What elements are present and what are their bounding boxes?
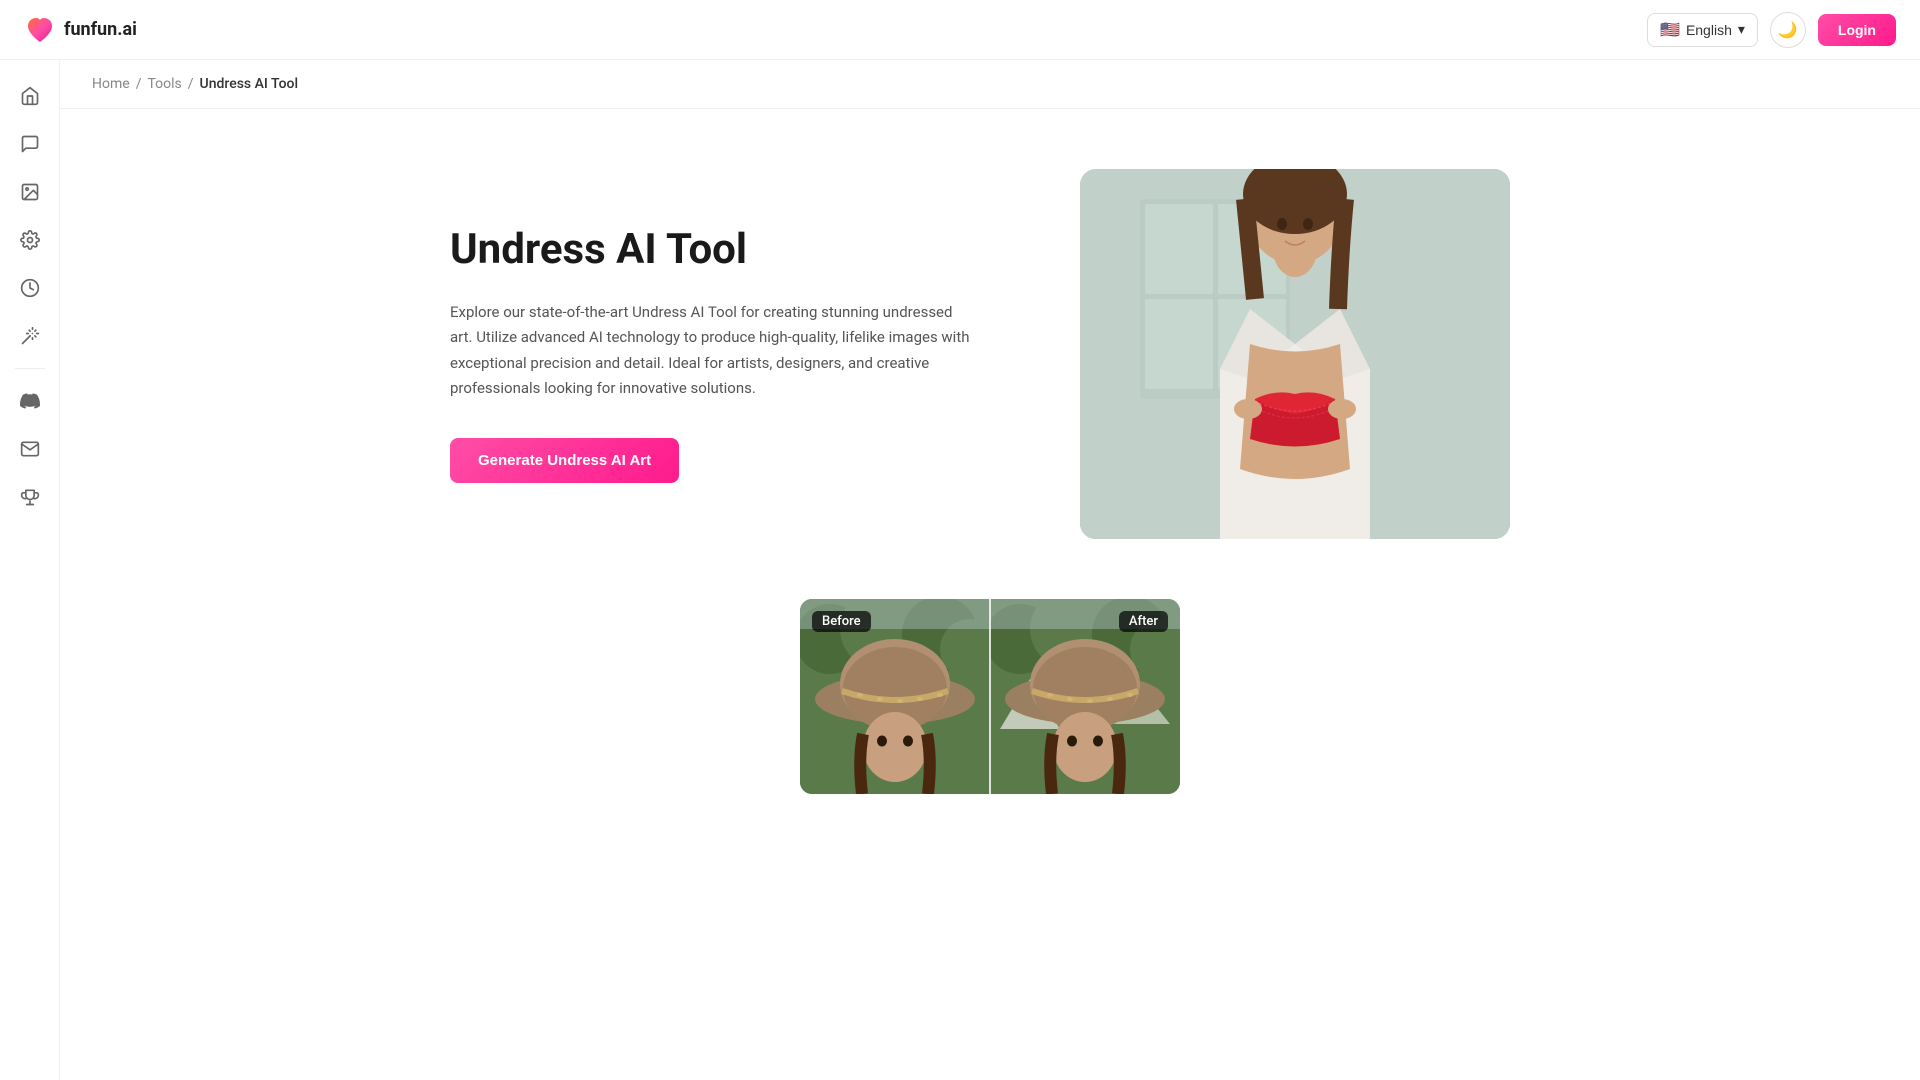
sidebar-divider: [15, 368, 45, 369]
sidebar-item-activity[interactable]: [10, 268, 50, 308]
hero-image-svg: [1080, 169, 1510, 539]
sidebar: [0, 60, 60, 1080]
comparison-after: After: [990, 599, 1180, 794]
main-content: Home / Tools / Undress AI Tool Undress A…: [60, 60, 1920, 1080]
navbar-right: 🇺🇸 English ▾ 🌙 Login: [1647, 12, 1896, 48]
before-label: Before: [812, 611, 871, 632]
comparison-section: Before: [60, 599, 1920, 834]
login-button[interactable]: Login: [1818, 14, 1896, 46]
logo-text: funfun.ai: [64, 19, 137, 40]
dark-mode-toggle[interactable]: 🌙: [1770, 12, 1806, 48]
hero-description: Explore our state-of-the-art Undress AI …: [450, 300, 970, 402]
hero-section: Undress AI Tool Explore our state-of-the…: [390, 109, 1590, 599]
sidebar-item-chat[interactable]: [10, 124, 50, 164]
generate-button[interactable]: Generate Undress AI Art: [450, 438, 679, 483]
hero-title: Undress AI Tool: [450, 225, 970, 275]
comparison-divider: [989, 599, 991, 794]
after-label: After: [1119, 611, 1168, 632]
logo-icon: [24, 14, 56, 46]
hero-image-container: [1080, 169, 1510, 539]
hero-content: Undress AI Tool Explore our state-of-the…: [450, 225, 970, 482]
breadcrumb-tools[interactable]: Tools: [147, 76, 181, 92]
breadcrumb-current: Undress AI Tool: [200, 76, 299, 92]
navbar: funfun.ai 🇺🇸 English ▾ 🌙 Login: [0, 0, 1920, 60]
chevron-down-icon: ▾: [1738, 21, 1745, 38]
sidebar-item-image[interactable]: [10, 172, 50, 212]
lang-label: English: [1686, 22, 1732, 38]
flag-icon: 🇺🇸: [1660, 20, 1680, 40]
sidebar-item-settings[interactable]: [10, 220, 50, 260]
breadcrumb-home[interactable]: Home: [92, 76, 130, 92]
sidebar-item-trophy[interactable]: [10, 477, 50, 517]
comparison-container: Before: [800, 599, 1180, 794]
hero-image: [1080, 169, 1510, 539]
breadcrumb: Home / Tools / Undress AI Tool: [60, 60, 1920, 109]
breadcrumb-sep-2: /: [188, 76, 194, 92]
moon-icon: 🌙: [1778, 20, 1798, 40]
layout: Home / Tools / Undress AI Tool Undress A…: [0, 60, 1920, 1080]
breadcrumb-sep-1: /: [136, 76, 142, 92]
sidebar-item-discord[interactable]: [10, 381, 50, 421]
sidebar-item-home[interactable]: [10, 76, 50, 116]
logo[interactable]: funfun.ai: [24, 14, 137, 46]
sidebar-item-mail[interactable]: [10, 429, 50, 469]
comparison-before: Before: [800, 599, 990, 794]
sidebar-item-magic[interactable]: [10, 316, 50, 356]
language-selector[interactable]: 🇺🇸 English ▾: [1647, 13, 1758, 47]
